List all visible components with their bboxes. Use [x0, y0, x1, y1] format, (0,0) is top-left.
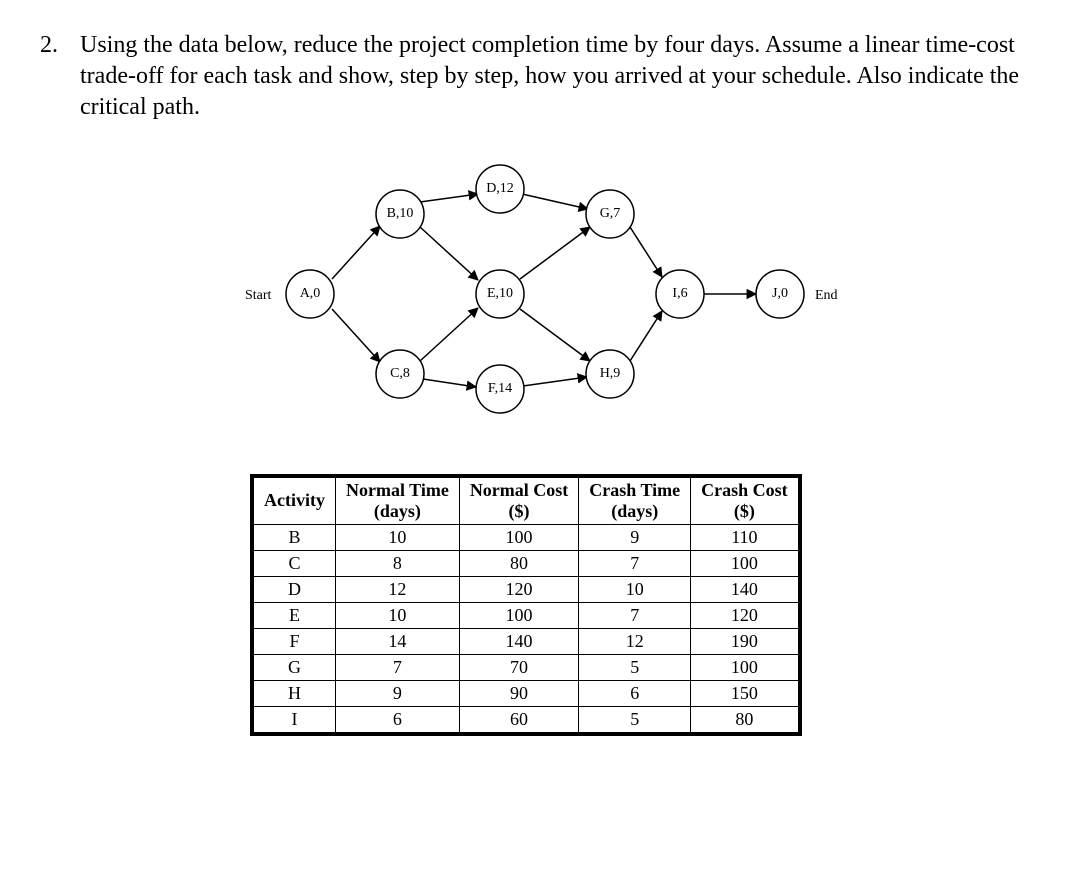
cell: 8 — [335, 550, 459, 576]
cell: I — [254, 706, 336, 732]
edge-d-g — [522, 194, 588, 209]
question-number: 2. — [40, 30, 80, 124]
cell: 70 — [459, 654, 578, 680]
table-row: B101009110 — [254, 524, 799, 550]
edge-c-f — [423, 379, 476, 387]
cell: 12 — [579, 628, 691, 654]
cell: 10 — [335, 602, 459, 628]
cell: B — [254, 524, 336, 550]
th-crash-cost: Crash Cost($) — [691, 477, 799, 524]
cell: C — [254, 550, 336, 576]
cell: 7 — [335, 654, 459, 680]
cell: 110 — [691, 524, 799, 550]
node-g-label: G,7 — [600, 206, 621, 221]
cell: 6 — [335, 706, 459, 732]
table-row: C8807100 — [254, 550, 799, 576]
data-table-wrap: Activity Normal Time(days) Normal Cost($… — [250, 474, 1034, 741]
cell: 7 — [579, 602, 691, 628]
node-b-label: B,10 — [387, 206, 414, 221]
cell: 10 — [579, 576, 691, 602]
edge-e-g — [520, 227, 590, 279]
edge-a-c — [332, 309, 380, 362]
cell: 80 — [459, 550, 578, 576]
table-header-row: Activity Normal Time(days) Normal Cost($… — [254, 477, 799, 524]
table-row: E101007120 — [254, 602, 799, 628]
cell: 100 — [691, 654, 799, 680]
table-row: G7705100 — [254, 654, 799, 680]
cell: H — [254, 680, 336, 706]
edge-a-b — [332, 226, 380, 279]
cell: 100 — [691, 550, 799, 576]
node-e-label: E,10 — [487, 286, 513, 301]
edge-g-i — [630, 227, 662, 277]
cell: G — [254, 654, 336, 680]
th-activity: Activity — [254, 477, 336, 524]
cell: 10 — [335, 524, 459, 550]
table-row: D1212010140 — [254, 576, 799, 602]
th-crash-time: Crash Time(days) — [579, 477, 691, 524]
cell: 150 — [691, 680, 799, 706]
edge-c-e — [420, 308, 478, 361]
node-d-label: D,12 — [486, 181, 514, 196]
node-f-label: F,14 — [488, 381, 512, 396]
cell: 9 — [579, 524, 691, 550]
th-normal-cost: Normal Cost($) — [459, 477, 578, 524]
cell: 6 — [579, 680, 691, 706]
cell: 14 — [335, 628, 459, 654]
cell: 5 — [579, 706, 691, 732]
end-label: End — [815, 288, 838, 303]
cell: 12 — [335, 576, 459, 602]
table-row: F1414012190 — [254, 628, 799, 654]
cell: 5 — [579, 654, 691, 680]
cell: 120 — [459, 576, 578, 602]
cell: 60 — [459, 706, 578, 732]
table-body: B101009110C8807100D1212010140E101007120F… — [254, 524, 799, 732]
cell: D — [254, 576, 336, 602]
node-a-label: A,0 — [300, 286, 321, 301]
node-c-label: C,8 — [390, 366, 410, 381]
table-row: H9906150 — [254, 680, 799, 706]
cell: 80 — [691, 706, 799, 732]
edge-h-i — [630, 311, 662, 361]
edge-b-d — [420, 194, 478, 202]
cell: 100 — [459, 602, 578, 628]
network-diagram: A,0 B,10 C,8 D,12 E,10 F,14 G,7 H,9 I,6 … — [210, 154, 1034, 434]
edge-e-h — [520, 309, 590, 361]
node-i-label: I,6 — [672, 286, 687, 301]
data-table: Activity Normal Time(days) Normal Cost($… — [253, 477, 799, 733]
cell: F — [254, 628, 336, 654]
th-normal-time: Normal Time(days) — [335, 477, 459, 524]
node-j-label: J,0 — [772, 286, 788, 301]
cell: 90 — [459, 680, 578, 706]
cell: 140 — [459, 628, 578, 654]
cell: 9 — [335, 680, 459, 706]
question-text: Using the data below, reduce the project… — [80, 30, 1034, 124]
cell: 190 — [691, 628, 799, 654]
cell: 120 — [691, 602, 799, 628]
table-row: I660580 — [254, 706, 799, 732]
start-label: Start — [245, 288, 272, 303]
cell: 100 — [459, 524, 578, 550]
question-block: 2. Using the data below, reduce the proj… — [40, 30, 1034, 124]
node-h-label: H,9 — [600, 366, 621, 381]
cell: E — [254, 602, 336, 628]
edge-b-e — [420, 227, 478, 280]
cell: 7 — [579, 550, 691, 576]
cell: 140 — [691, 576, 799, 602]
edge-f-h — [523, 377, 587, 386]
diagram-svg: A,0 B,10 C,8 D,12 E,10 F,14 G,7 H,9 I,6 … — [210, 154, 870, 434]
